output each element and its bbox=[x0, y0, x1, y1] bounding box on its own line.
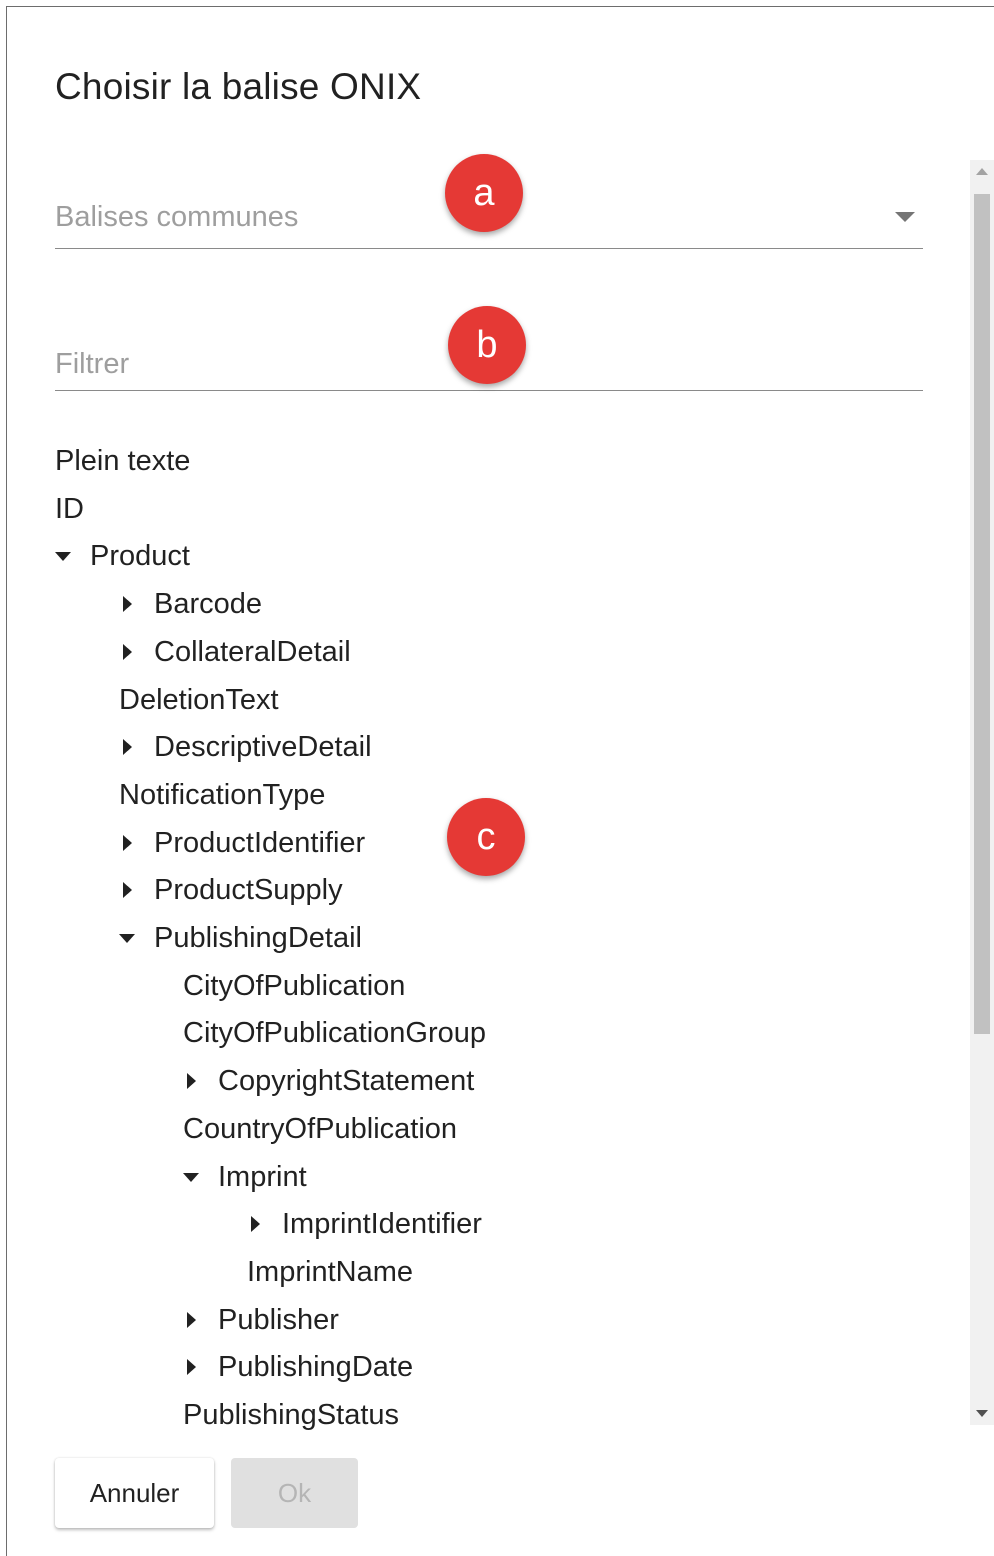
expand-less-triangle-icon[interactable] bbox=[55, 552, 71, 561]
tree-node-label: CollateralDetail bbox=[154, 636, 351, 668]
expand-more-triangle-icon[interactable] bbox=[187, 1359, 196, 1375]
cancel-button[interactable]: Annuler bbox=[55, 1458, 214, 1528]
tree-node-label: DeletionText bbox=[119, 684, 279, 716]
tree-node-label: NotificationType bbox=[119, 779, 326, 811]
tree-node-label: Publisher bbox=[218, 1304, 339, 1336]
tree-node-label: ID bbox=[55, 493, 84, 525]
expand-more-triangle-icon[interactable] bbox=[123, 835, 132, 851]
tree-node-label: PublishingDate bbox=[218, 1351, 414, 1383]
tree-node-label: Imprint bbox=[218, 1161, 307, 1193]
annotation-badge-a: a bbox=[445, 154, 523, 232]
annotation-badge-b: b bbox=[448, 306, 526, 384]
expand-more-triangle-icon[interactable] bbox=[187, 1073, 196, 1089]
expand-more-triangle-icon[interactable] bbox=[123, 739, 132, 755]
expand-more-triangle-icon[interactable] bbox=[187, 1312, 196, 1328]
tree-node-label: ImprintIdentifier bbox=[282, 1208, 482, 1240]
tree-node-label: CityOfPublication bbox=[183, 970, 406, 1002]
tree-scrollbar[interactable] bbox=[970, 160, 994, 1425]
tree-node-label: ProductSupply bbox=[154, 874, 343, 906]
expand-more-triangle-icon[interactable] bbox=[123, 644, 132, 660]
expand-more-triangle-icon[interactable] bbox=[123, 596, 132, 612]
tree-node-label: ProductIdentifier bbox=[154, 827, 366, 859]
expand-less-triangle-icon[interactable] bbox=[119, 934, 135, 943]
expand-more-triangle-icon[interactable] bbox=[251, 1216, 260, 1232]
tree-node-label: PublishingStatus bbox=[183, 1399, 400, 1430]
tree-node-label: Product bbox=[90, 540, 190, 572]
ok-button[interactable]: Ok bbox=[231, 1458, 358, 1528]
tree-node-label: Plein texte bbox=[55, 445, 191, 477]
tree-node-label: DescriptiveDetail bbox=[154, 731, 372, 763]
scroll-down-arrow-icon[interactable] bbox=[976, 1410, 988, 1417]
tree-node-label: CityOfPublicationGroup bbox=[183, 1017, 487, 1049]
tree-node-label: CountryOfPublication bbox=[183, 1113, 458, 1145]
expand-more-triangle-icon[interactable] bbox=[123, 882, 132, 898]
scroll-up-arrow-icon[interactable] bbox=[976, 168, 988, 175]
tree-node-label: CopyrightStatement bbox=[218, 1065, 475, 1097]
tree-node-label: ImprintName bbox=[247, 1256, 413, 1288]
annotation-badge-c: c bbox=[447, 798, 525, 876]
scrollbar-thumb[interactable] bbox=[974, 194, 990, 1034]
tree-node-label: PublishingDetail bbox=[154, 922, 362, 954]
expand-less-triangle-icon[interactable] bbox=[183, 1173, 199, 1182]
tree-node-label: Barcode bbox=[154, 588, 263, 620]
